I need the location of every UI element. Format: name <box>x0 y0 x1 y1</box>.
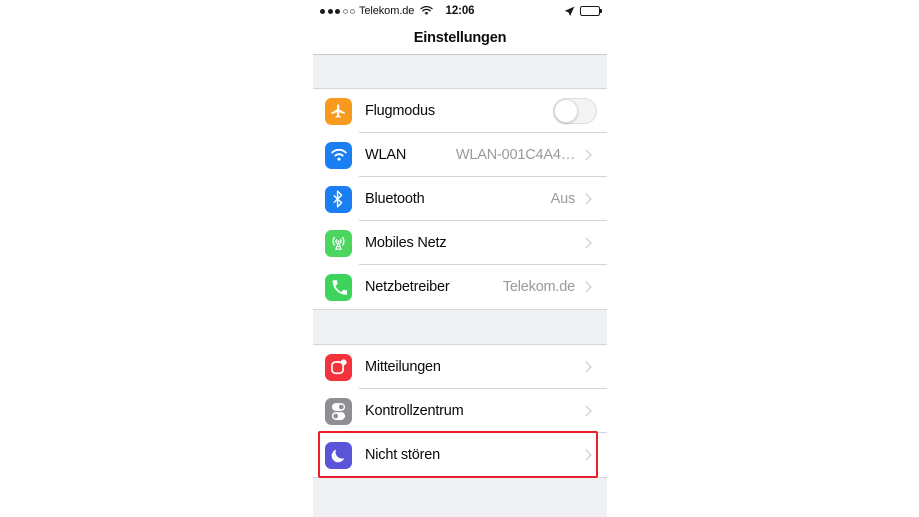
navigation-bar: Einstellungen <box>313 22 607 55</box>
settings-row-bluetooth[interactable]: Bluetooth Aus <box>313 177 607 221</box>
row-value: WLAN-001C4A4… <box>455 147 575 163</box>
row-label: Nicht stören <box>365 447 440 463</box>
moon-icon <box>325 441 352 469</box>
list-bottom-spacer <box>313 477 607 517</box>
wifi-icon <box>325 141 352 169</box>
control-center-icon <box>325 397 352 425</box>
airplane-mode-toggle[interactable] <box>553 98 597 124</box>
phone-icon <box>325 273 352 301</box>
page-title: Einstellungen <box>413 30 507 46</box>
wifi-icon <box>420 6 433 16</box>
settings-row-mobiles-netz[interactable]: Mobiles Netz <box>313 221 607 265</box>
status-bar-right <box>564 6 602 17</box>
settings-group-connectivity: Flugmodus WLAN WLAN-001C4A4… Bluetooth A… <box>313 89 607 309</box>
status-bar: Telekom.de 12:06 <box>313 0 607 22</box>
chevron-right-icon <box>581 147 607 163</box>
row-label: Kontrollzentrum <box>365 403 464 419</box>
status-bar-left: Telekom.de <box>320 5 433 17</box>
row-label: Bluetooth <box>365 191 425 207</box>
row-label: Flugmodus <box>365 103 435 119</box>
chevron-right-icon <box>581 279 607 295</box>
row-value: Aus <box>550 191 576 207</box>
chevron-right-icon <box>581 191 607 207</box>
settings-row-netzbetreiber[interactable]: Netzbetreiber Telekom.de <box>313 265 607 309</box>
notifications-icon <box>325 353 352 381</box>
settings-row-flugmodus[interactable]: Flugmodus <box>313 89 607 133</box>
settings-row-nicht-stoeren[interactable]: Nicht stören <box>313 431 607 478</box>
airplane-icon <box>325 97 352 125</box>
chevron-right-icon <box>581 359 607 375</box>
signal-strength-icon <box>320 8 355 14</box>
chevron-right-icon <box>581 235 607 251</box>
battery-icon <box>580 6 602 16</box>
list-top-spacer <box>313 55 607 89</box>
bluetooth-icon <box>325 185 352 213</box>
row-value: Telekom.de <box>502 279 575 295</box>
row-label: Mobiles Netz <box>365 235 447 251</box>
location-arrow-icon <box>564 6 575 17</box>
settings-row-kontrollzentrum[interactable]: Kontrollzentrum <box>313 389 607 433</box>
row-label: Netzbetreiber <box>365 279 450 295</box>
settings-list[interactable]: Flugmodus WLAN WLAN-001C4A4… Bluetooth A… <box>313 55 607 517</box>
settings-row-wlan[interactable]: WLAN WLAN-001C4A4… <box>313 133 607 177</box>
cellular-tower-icon <box>325 229 352 257</box>
settings-group-notifications: Mitteilungen Kontrollzentrum Nicht störe… <box>313 345 607 478</box>
chevron-right-icon <box>581 403 607 419</box>
list-group-separator <box>313 309 607 345</box>
chevron-right-icon <box>581 447 607 463</box>
highlight-annotation-box <box>318 431 598 478</box>
settings-row-mitteilungen[interactable]: Mitteilungen <box>313 345 607 389</box>
row-label: WLAN <box>365 147 407 163</box>
carrier-label: Telekom.de <box>359 5 415 17</box>
row-label: Mitteilungen <box>365 359 441 375</box>
phone-screenshot: Telekom.de 12:06 Einstellungen Flugmodus… <box>313 0 607 517</box>
